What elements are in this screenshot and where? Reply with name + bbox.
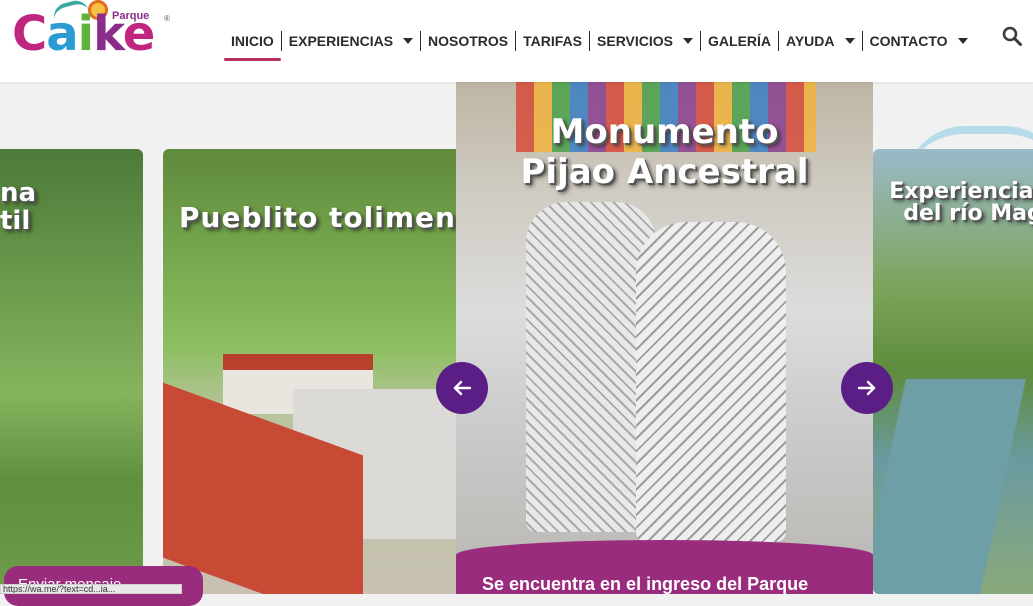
chevron-down-icon (683, 38, 694, 44)
slide-title: na til (0, 178, 37, 236)
slide-title: Monumento Pijao Ancestral (520, 112, 809, 192)
slide-title: Pueblito tolimense (179, 201, 463, 234)
carousel-slide-tirolina[interactable]: na til (0, 149, 143, 594)
slide-title: Experiencia n del río Mag (889, 179, 1033, 226)
arrow-right-icon (857, 380, 876, 396)
river-image (873, 379, 1026, 594)
nav-item-experiencias[interactable]: EXPERIENCIAS (280, 31, 420, 51)
chevron-down-icon (403, 38, 414, 44)
site-header: Parque ® Caike INICIO EXPERIENCIAS NOSOT… (0, 0, 1033, 82)
status-bar-url: https://wa.me/?text=cd...ia... (0, 584, 182, 594)
logo-registered-mark: ® (164, 14, 170, 23)
nav-item-galeria[interactable]: GALERÍA (700, 31, 778, 51)
nav-item-contacto[interactable]: CONTACTO (861, 31, 975, 51)
carousel-slide-rio[interactable]: Experiencia n del río Mag (873, 149, 1033, 594)
slide-caption: Se encuentra en el ingreso del Parque (482, 574, 809, 594)
chevron-down-icon (844, 38, 855, 44)
experiences-carousel: na til Pueblito tolimense Monumento Pija… (0, 82, 1033, 594)
carousel-slide-pueblito[interactable]: Pueblito tolimense (163, 149, 463, 594)
search-icon[interactable] (1002, 26, 1022, 46)
parque-caike-logo[interactable]: Parque ® Caike (12, 0, 177, 64)
statue-image (636, 222, 786, 542)
carousel-prev-button[interactable] (436, 362, 488, 414)
carousel-next-button[interactable] (841, 362, 893, 414)
carousel-slide-monumento[interactable]: Monumento Pijao Ancestral Se encuentra e… (456, 82, 873, 594)
nav-item-ayuda[interactable]: AYUDA (778, 31, 862, 51)
logo-wordmark: Caike (12, 6, 155, 62)
nav-item-tarifas[interactable]: TARIFAS (515, 31, 589, 51)
nav-item-nosotros[interactable]: NOSOTROS (420, 31, 515, 51)
nav-item-inicio[interactable]: INICIO (224, 31, 281, 61)
nav-item-servicios[interactable]: SERVICIOS (589, 31, 700, 51)
main-nav: INICIO EXPERIENCIAS NOSOTROS TARIFAS SER… (224, 0, 975, 82)
arrow-left-icon (453, 380, 472, 396)
chevron-down-icon (957, 38, 968, 44)
